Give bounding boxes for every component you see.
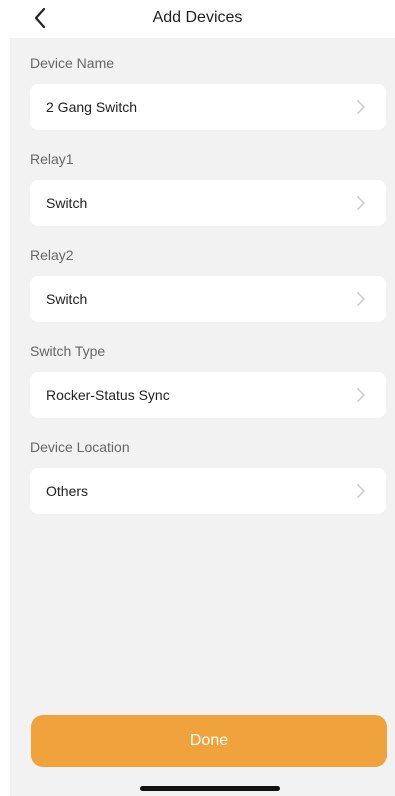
relay2-field[interactable]: Switch	[30, 276, 386, 322]
relay2-label: Relay2	[30, 247, 74, 263]
home-indicator	[140, 786, 280, 791]
form-container: Device Name 2 Gang Switch Relay1 Switch …	[10, 38, 395, 796]
device-name-value: 2 Gang Switch	[46, 99, 138, 115]
device-location-label: Device Location	[30, 439, 130, 455]
relay1-value: Switch	[46, 195, 88, 211]
chevron-right-icon	[357, 292, 365, 306]
chevron-right-icon	[357, 100, 365, 114]
relay2-value: Switch	[46, 291, 88, 307]
switch-type-value: Rocker-Status Sync	[46, 387, 170, 403]
relay1-field[interactable]: Switch	[30, 180, 386, 226]
relay1-label: Relay1	[30, 151, 74, 167]
device-location-value: Others	[46, 483, 89, 499]
switch-type-field[interactable]: Rocker-Status Sync	[30, 372, 386, 418]
page-title: Add Devices	[152, 9, 243, 26]
chevron-right-icon	[357, 484, 365, 498]
chevron-right-icon	[357, 388, 365, 402]
done-button[interactable]: Done	[31, 715, 387, 767]
device-location-field[interactable]: Others	[30, 468, 386, 514]
top-bar: Add Devices	[0, 0, 395, 38]
chevron-right-icon	[357, 196, 365, 210]
device-name-label: Device Name	[30, 55, 115, 71]
device-name-field[interactable]: 2 Gang Switch	[30, 84, 386, 130]
switch-type-label: Switch Type	[30, 343, 106, 359]
